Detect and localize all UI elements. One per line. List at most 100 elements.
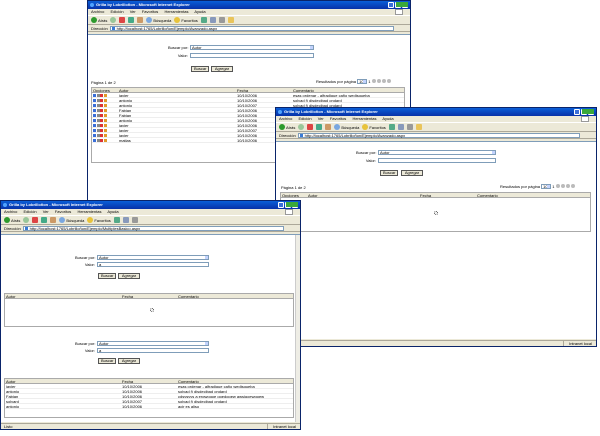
menu-archivo[interactable]: Archivo xyxy=(4,209,17,214)
refresh-icon[interactable] xyxy=(41,217,48,223)
minimize-button[interactable] xyxy=(278,202,284,208)
value-input[interactable] xyxy=(378,158,496,163)
menu-favoritos[interactable]: Favoritos xyxy=(55,209,71,214)
add-button[interactable]: Agregar xyxy=(401,170,423,176)
history-icon[interactable] xyxy=(200,17,207,23)
detail-icon[interactable] xyxy=(103,129,107,132)
forward-arrow-icon[interactable] xyxy=(298,124,305,130)
col-autor[interactable]: Autor xyxy=(307,193,419,197)
col-comentario[interactable]: Comentario xyxy=(177,379,292,383)
detail-icon[interactable] xyxy=(103,119,107,122)
last-page-icon[interactable] xyxy=(387,79,392,83)
value-input[interactable]: a xyxy=(97,348,209,353)
mail-icon[interactable] xyxy=(397,124,404,130)
go-button[interactable] xyxy=(396,2,408,7)
col-autor[interactable]: Autor xyxy=(118,88,236,92)
col-opciones[interactable]: Opciones xyxy=(281,193,307,197)
search-button[interactable]: Búsqueda xyxy=(334,124,359,130)
add-button[interactable]: Agregar xyxy=(211,66,233,72)
detail-icon[interactable] xyxy=(103,134,107,137)
refresh-icon[interactable] xyxy=(316,124,323,130)
first-page-icon[interactable] xyxy=(555,184,560,188)
menu-herramientas[interactable]: Herramientas xyxy=(77,209,101,214)
col-fecha[interactable]: Fecha xyxy=(121,294,177,298)
back-button[interactable]: Atrás xyxy=(279,124,295,130)
address-input[interactable]: http://localhost:1765/Lobrilloñon/Ejempl… xyxy=(22,225,284,231)
detail-icon[interactable] xyxy=(103,104,107,107)
search-submit-button[interactable]: Buscar xyxy=(380,170,398,176)
search-submit-button-2[interactable]: Buscar xyxy=(98,358,116,364)
col-fecha[interactable]: Fecha xyxy=(121,379,177,383)
menu-ayuda[interactable]: Ayuda xyxy=(107,209,118,214)
title-bar[interactable]: Grilla by Lobrilloñon - Microsoft Intern… xyxy=(1,201,300,209)
search-button[interactable]: Búsqueda xyxy=(146,17,171,23)
title-bar[interactable]: Grilla by Lobrilloñon - Microsoft Intern… xyxy=(276,108,596,116)
col-comentario[interactable]: Comentario xyxy=(476,193,586,197)
search-button[interactable]: Búsqueda xyxy=(59,217,84,223)
detail-icon[interactable] xyxy=(103,109,107,112)
page-size-select[interactable]: 10 xyxy=(357,79,368,84)
print-icon[interactable] xyxy=(131,217,138,223)
menu-edicion[interactable]: Edición xyxy=(110,9,123,14)
favorites-button[interactable]: Favoritos xyxy=(87,217,111,223)
menu-favoritos[interactable]: Favoritos xyxy=(142,9,158,14)
col-opciones[interactable]: Opciones xyxy=(92,88,118,92)
col-fecha[interactable]: Fecha xyxy=(419,193,476,197)
search-by-select[interactable]: Autor xyxy=(97,255,209,260)
vertical-scrollbar[interactable] xyxy=(295,235,300,422)
stop-icon[interactable] xyxy=(119,17,126,23)
first-page-icon[interactable] xyxy=(371,79,376,83)
next-page-icon[interactable] xyxy=(381,79,386,83)
go-button[interactable] xyxy=(582,109,594,114)
history-icon[interactable] xyxy=(388,124,395,130)
address-input[interactable]: http://localhost:1765/Lobrilloñon/Ejempl… xyxy=(109,25,394,31)
menu-archivo[interactable]: Archivo xyxy=(91,9,104,14)
home-icon[interactable] xyxy=(137,17,144,23)
history-icon[interactable] xyxy=(113,217,120,223)
menu-herramientas[interactable]: Herramientas xyxy=(164,9,188,14)
col-autor[interactable]: Autor xyxy=(5,379,121,383)
menu-ayuda[interactable]: Ayuda xyxy=(194,9,205,14)
col-fecha[interactable]: Fecha xyxy=(236,88,292,92)
detail-icon[interactable] xyxy=(103,99,107,102)
detail-icon[interactable] xyxy=(103,114,107,117)
stop-icon[interactable] xyxy=(307,124,314,130)
prev-page-icon[interactable] xyxy=(376,79,381,83)
add-button-2[interactable]: Agregar xyxy=(118,358,140,364)
title-bar[interactable]: Grilla by Lobrilloñon - Microsoft Intern… xyxy=(88,1,410,9)
address-input[interactable]: http://localhost:1765/Lobrilloñon/Ejempl… xyxy=(297,132,580,138)
refresh-icon[interactable] xyxy=(128,17,135,23)
value-input[interactable]: a xyxy=(97,262,209,267)
forward-arrow-icon[interactable] xyxy=(23,217,30,223)
forward-arrow-icon[interactable] xyxy=(110,17,117,23)
last-page-icon[interactable] xyxy=(571,184,576,188)
detail-icon[interactable] xyxy=(103,139,107,142)
detail-icon[interactable] xyxy=(103,124,107,127)
minimize-button[interactable] xyxy=(388,2,394,8)
detail-icon[interactable] xyxy=(103,94,107,97)
minimize-button[interactable] xyxy=(574,109,580,115)
go-button[interactable] xyxy=(286,202,298,207)
mail-icon[interactable] xyxy=(122,217,129,223)
print-icon[interactable] xyxy=(218,17,225,23)
menu-ver[interactable]: Ver xyxy=(130,9,136,14)
search-by-select[interactable]: Autor xyxy=(378,150,496,155)
search-submit-button[interactable]: Buscar xyxy=(191,66,209,72)
col-autor[interactable]: Autor xyxy=(5,294,121,298)
mail-icon[interactable] xyxy=(209,17,216,23)
col-comentario[interactable]: Comentario xyxy=(177,294,292,298)
folder-icon[interactable] xyxy=(227,17,234,23)
menu-ver[interactable]: Ver xyxy=(318,116,324,121)
menu-ayuda[interactable]: Ayuda xyxy=(382,116,393,121)
search-by-select[interactable]: Autor xyxy=(97,341,209,346)
menu-edicion[interactable]: Edición xyxy=(298,116,311,121)
add-button[interactable]: Agregar xyxy=(118,273,140,279)
stop-icon[interactable] xyxy=(32,217,39,223)
menu-favoritos[interactable]: Favoritos xyxy=(330,116,346,121)
col-comentario[interactable]: Comentario xyxy=(292,88,402,92)
value-input[interactable] xyxy=(190,53,314,58)
favorites-button[interactable]: Favoritos xyxy=(174,17,198,23)
menu-herramientas[interactable]: Herramientas xyxy=(352,116,376,121)
home-icon[interactable] xyxy=(50,217,57,223)
print-icon[interactable] xyxy=(406,124,413,130)
